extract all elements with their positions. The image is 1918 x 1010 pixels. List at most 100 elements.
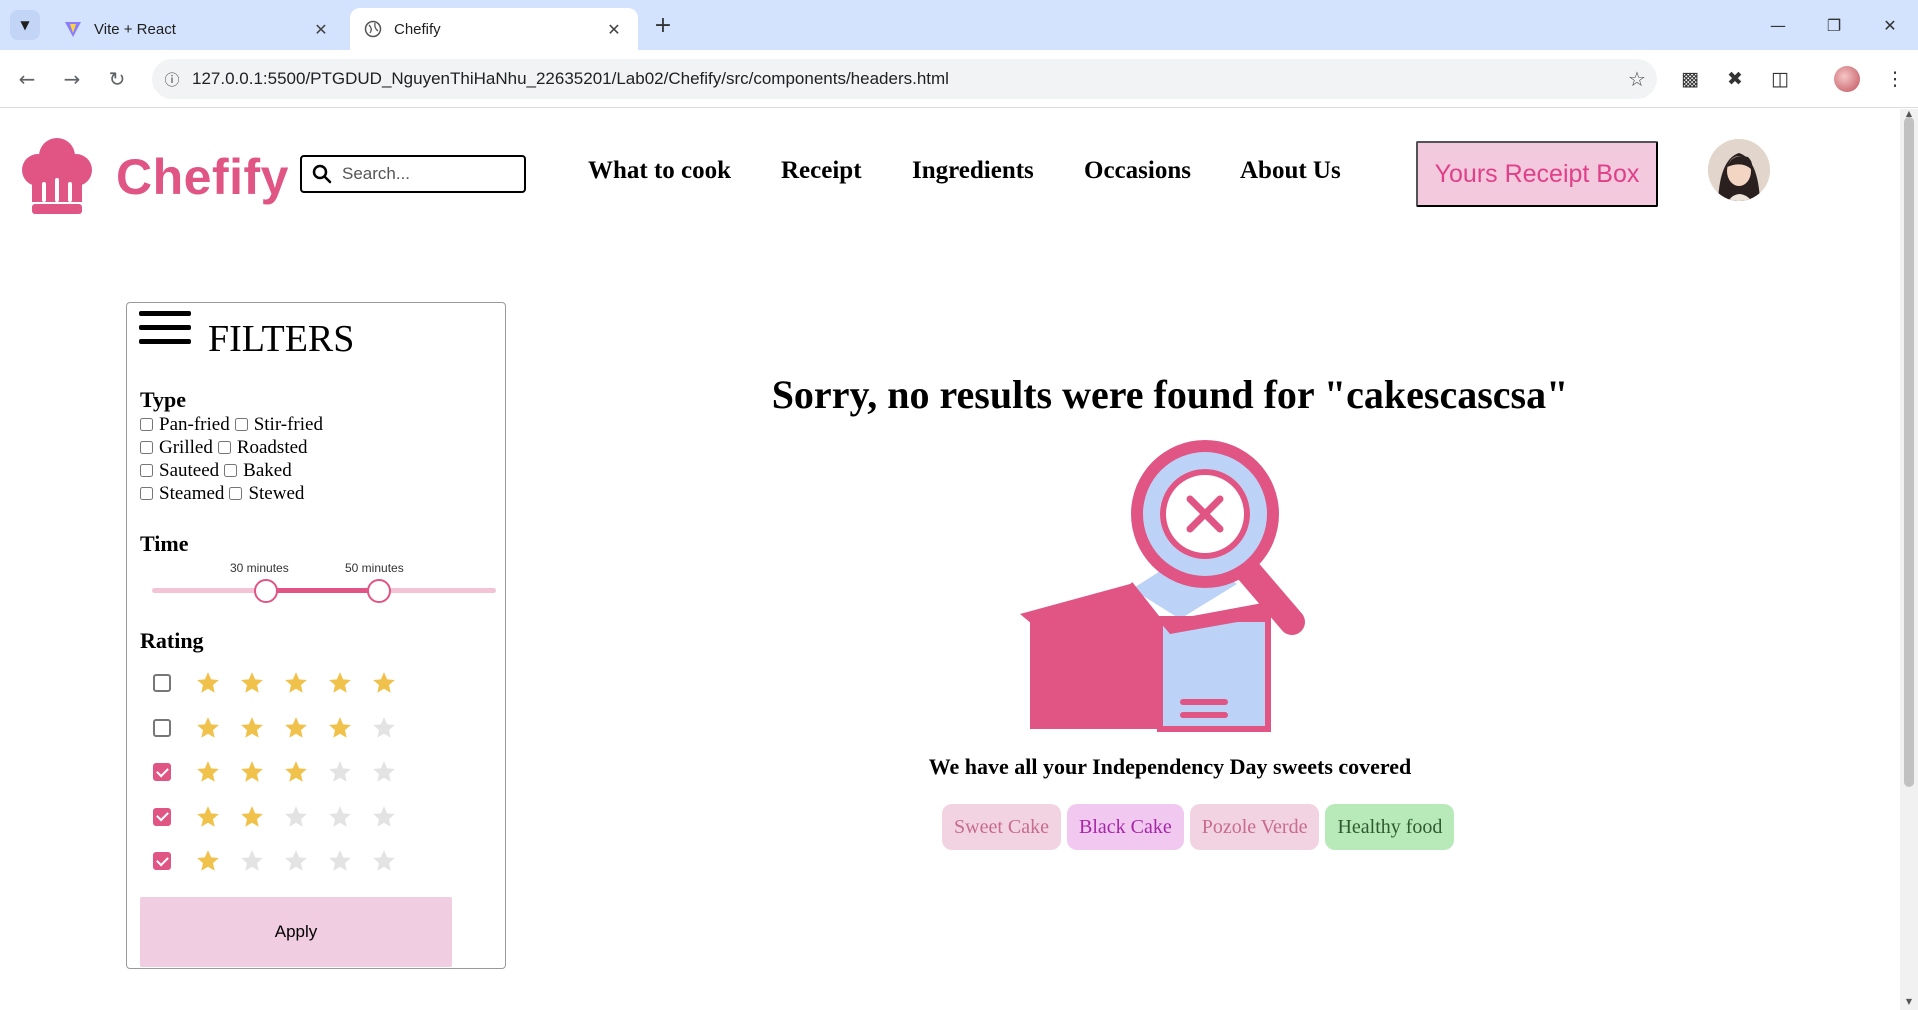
page-viewport: Chefify What to cook Receipt Ingredients…: [0, 109, 1900, 1010]
rating-row[interactable]: [153, 839, 493, 884]
star-empty-icon: [362, 802, 406, 832]
type-checkbox[interactable]: [140, 464, 153, 477]
address-bar[interactable]: ⓘ 127.0.0.1:5500/PTGDUD_NguyenThiHaNhu_2…: [152, 59, 1657, 99]
suggestion-chip[interactable]: Pozole Verde: [1189, 804, 1320, 850]
no-results-illustration-icon: [1020, 440, 1305, 732]
time-range-slider[interactable]: [152, 576, 496, 606]
nav-what-to-cook[interactable]: What to cook: [588, 157, 731, 185]
rating-row[interactable]: [153, 795, 493, 840]
star-filled-icon: [186, 668, 230, 698]
extensions-puzzle-icon[interactable]: ◫: [1765, 64, 1795, 94]
type-checkbox[interactable]: [234, 418, 248, 431]
page-scrollbar[interactable]: ▲ ▼: [1900, 109, 1918, 1010]
search-icon: [312, 164, 332, 184]
tab-vite-react[interactable]: Vite + React ✕: [50, 8, 345, 50]
star-filled-icon: [186, 802, 230, 832]
rating-row[interactable]: [153, 750, 493, 795]
url-text[interactable]: 127.0.0.1:5500/PTGDUD_NguyenThiHaNhu_226…: [192, 69, 1617, 89]
suggestion-chip[interactable]: Black Cake: [1066, 804, 1184, 850]
no-results-message: Sorry, no results were found for "cakesc…: [771, 372, 1569, 417]
type-options: Pan-fried Stir-fried Grilled Roadsted Sa…: [140, 413, 500, 505]
close-tab-icon[interactable]: ✕: [604, 20, 624, 39]
type-checkbox[interactable]: [140, 418, 153, 431]
time-min-label: 30 minutes: [230, 561, 289, 575]
type-checkbox[interactable]: [229, 487, 243, 500]
type-checkbox[interactable]: [140, 441, 153, 454]
star-filled-icon: [318, 668, 362, 698]
hamburger-menu-icon[interactable]: [139, 309, 191, 349]
slider-range: [265, 588, 380, 593]
time-title: Time: [140, 531, 189, 556]
star-empty-icon: [362, 757, 406, 787]
site-info-icon[interactable]: ⓘ: [152, 69, 192, 90]
tab-chefify[interactable]: Chefify ✕: [350, 8, 638, 50]
slider-min-handle[interactable]: [253, 579, 278, 603]
vite-icon: [64, 20, 82, 38]
rating-checkbox[interactable]: [153, 852, 171, 871]
star-filled-icon: [230, 802, 274, 832]
star-filled-icon: [274, 757, 318, 787]
scrollbar-thumb[interactable]: [1904, 117, 1914, 787]
suggestion-chip[interactable]: Healthy food: [1325, 804, 1455, 850]
type-option[interactable]: Grilled: [140, 437, 213, 459]
receipt-box-button[interactable]: Yours Receipt Box: [1416, 141, 1658, 207]
rating-checkbox[interactable]: [153, 807, 171, 826]
nav-receipt[interactable]: Receipt: [781, 157, 862, 185]
type-option[interactable]: Stir-fried: [234, 414, 323, 436]
user-avatar[interactable]: [1708, 139, 1770, 201]
close-window-icon[interactable]: ✕: [1862, 0, 1918, 50]
type-option[interactable]: Pan-fried: [140, 414, 230, 436]
close-tab-icon[interactable]: ✕: [311, 20, 331, 39]
minimize-icon[interactable]: —: [1750, 0, 1806, 50]
restore-icon[interactable]: ❐: [1806, 0, 1862, 50]
slider-max-handle[interactable]: [367, 579, 392, 603]
chef-hat-icon: [22, 138, 92, 214]
reload-icon[interactable]: ↻: [102, 64, 132, 94]
tab-title: Chefify: [394, 20, 441, 38]
tab-search-chevron-icon[interactable]: ▼: [10, 10, 40, 40]
apply-button[interactable]: Apply: [140, 897, 452, 967]
star-filled-icon: [274, 713, 318, 743]
type-option[interactable]: Steamed: [140, 483, 224, 505]
type-checkbox[interactable]: [224, 464, 238, 477]
type-option[interactable]: Sauteed: [140, 460, 219, 482]
new-tab-plus-icon[interactable]: +: [648, 10, 678, 40]
type-option[interactable]: Baked: [224, 460, 292, 482]
rating-row[interactable]: [153, 706, 493, 751]
brand-name: Chefify: [116, 149, 289, 205]
profile-avatar-icon[interactable]: [1834, 66, 1860, 92]
site-logo[interactable]: Chefify: [22, 136, 289, 218]
forward-arrow-icon[interactable]: →: [57, 64, 87, 94]
search-input[interactable]: [342, 164, 502, 184]
search-box[interactable]: [300, 155, 526, 193]
type-option[interactable]: Roadsted: [217, 437, 308, 459]
type-checkbox[interactable]: [217, 441, 231, 454]
star-empty-icon: [318, 802, 362, 832]
nav-ingredients[interactable]: Ingredients: [912, 157, 1034, 185]
back-arrow-icon[interactable]: ←: [12, 64, 42, 94]
type-option[interactable]: Stewed: [229, 483, 304, 505]
nav-occasions[interactable]: Occasions: [1084, 157, 1191, 185]
rating-row[interactable]: [153, 661, 493, 706]
rating-options: [153, 661, 493, 884]
tab-title: Vite + React: [94, 20, 176, 38]
nav-about-us[interactable]: About Us: [1240, 157, 1341, 185]
star-empty-icon: [362, 713, 406, 743]
type-checkbox[interactable]: [140, 487, 153, 500]
globe-icon: [364, 20, 382, 38]
bookmark-star-icon[interactable]: ☆: [1617, 64, 1657, 94]
rating-checkbox[interactable]: [153, 718, 171, 737]
extension-tool-icon[interactable]: ✖: [1720, 64, 1750, 94]
rating-checkbox[interactable]: [153, 763, 171, 782]
time-max-label: 50 minutes: [345, 561, 404, 575]
scroll-down-arrow-icon[interactable]: ▼: [1904, 997, 1914, 1006]
browser-toolbar: ← → ↻ ⓘ 127.0.0.1:5500/PTGDUD_NguyenThiH…: [0, 50, 1918, 108]
star-filled-icon: [230, 668, 274, 698]
menu-dots-icon[interactable]: ⋮: [1880, 64, 1910, 94]
star-filled-icon: [274, 668, 318, 698]
rating-checkbox[interactable]: [153, 674, 171, 693]
extension-icon[interactable]: ▩: [1675, 64, 1705, 94]
suggestion-chip[interactable]: Sweet Cake: [942, 804, 1061, 850]
filters-title: FILTERS: [208, 318, 355, 360]
type-title: Type: [140, 387, 187, 412]
